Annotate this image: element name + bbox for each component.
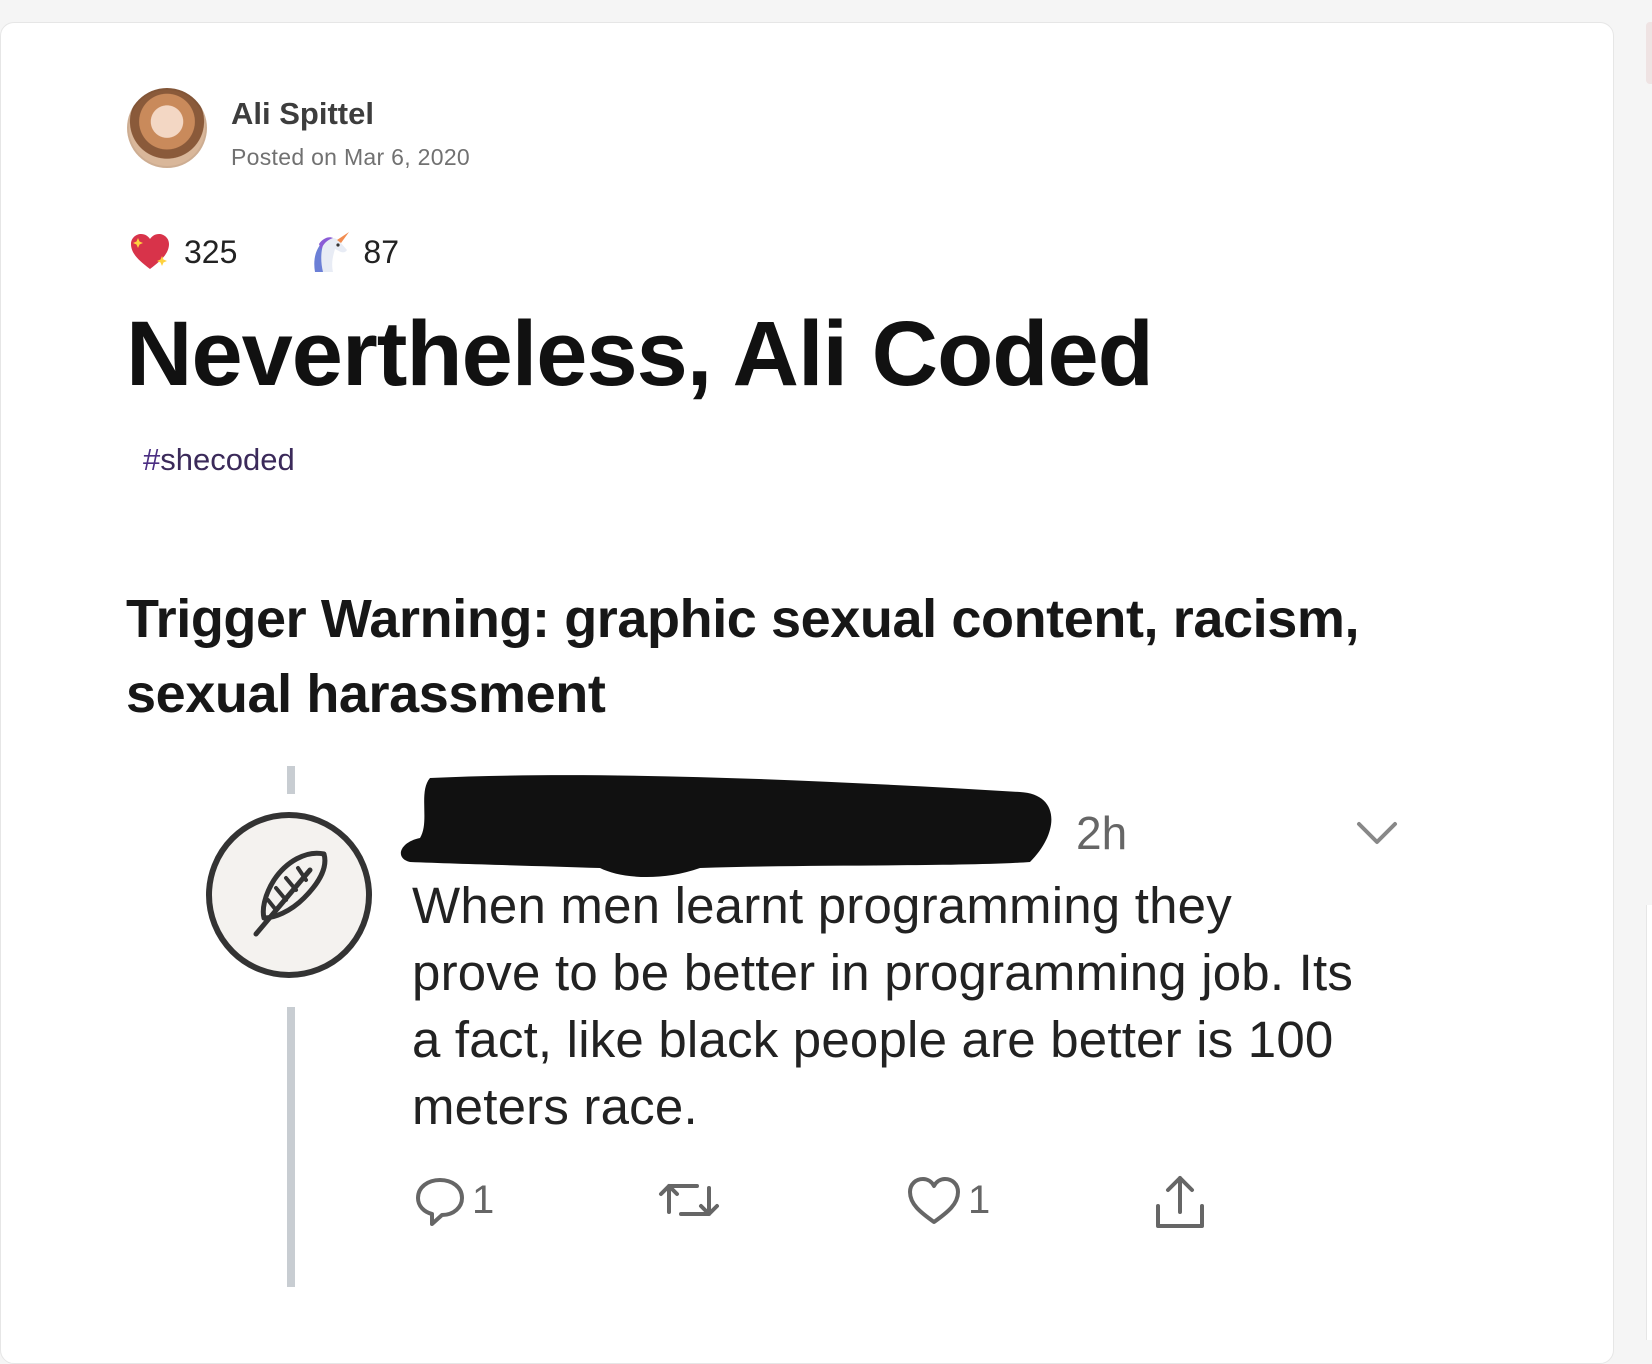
article-title: Nevertheless, Ali Coded (126, 303, 1154, 405)
reactions-bar: 325 87 (128, 230, 469, 274)
unicorn-icon (314, 232, 350, 272)
author-header: Ali Spittel Posted on Mar 6, 2020 (127, 88, 470, 171)
share-icon (1156, 1176, 1204, 1228)
chevron-down-icon[interactable] (1355, 820, 1399, 848)
author-avatar[interactable] (127, 88, 207, 168)
tag-label: shecoded (160, 442, 295, 477)
tweet-avatar (206, 812, 372, 978)
reaction-count: 87 (363, 233, 399, 270)
tweet-actions: 1 1 (412, 1172, 1312, 1242)
thread-line-top (287, 766, 295, 794)
reply-count: 1 (472, 1177, 495, 1222)
author-meta: Ali Spittel Posted on Mar 6, 2020 (231, 96, 470, 171)
reply-icon (416, 1178, 464, 1226)
author-name[interactable]: Ali Spittel (231, 96, 470, 132)
tag-hash: # (143, 442, 161, 477)
tweet-text: When men learnt programming they prove t… (412, 877, 1354, 1135)
like-action[interactable]: 1 (904, 1172, 990, 1228)
like-count: 1 (968, 1177, 991, 1222)
tweet-time: 2h (1076, 807, 1128, 859)
trigger-warning-heading: Trigger Warning: graphic sexual content,… (126, 589, 1360, 724)
reaction-count: 325 (184, 233, 238, 270)
thread-line-bottom (287, 1007, 295, 1287)
sparkle-heart-icon (131, 234, 169, 269)
like-icon (908, 1177, 960, 1224)
reply-action[interactable]: 1 (412, 1172, 494, 1228)
retweet-action[interactable] (657, 1172, 721, 1228)
sidebar-edge (1646, 22, 1652, 84)
reaction-unicorns[interactable]: 87 (307, 230, 399, 274)
embedded-tweet-screenshot: 2h When men learnt programming they prov… (200, 762, 1440, 1292)
reaction-hearts[interactable]: 325 (128, 230, 237, 274)
retweet-icon (659, 1184, 719, 1216)
feather-icon (253, 850, 328, 937)
redaction-marker (400, 775, 1052, 878)
share-action[interactable] (1150, 1172, 1210, 1232)
sidebar-edge-lower (1646, 905, 1652, 1340)
tag-shecoded[interactable]: #shecoded (143, 442, 295, 478)
post-date: Posted on Mar 6, 2020 (231, 144, 471, 170)
